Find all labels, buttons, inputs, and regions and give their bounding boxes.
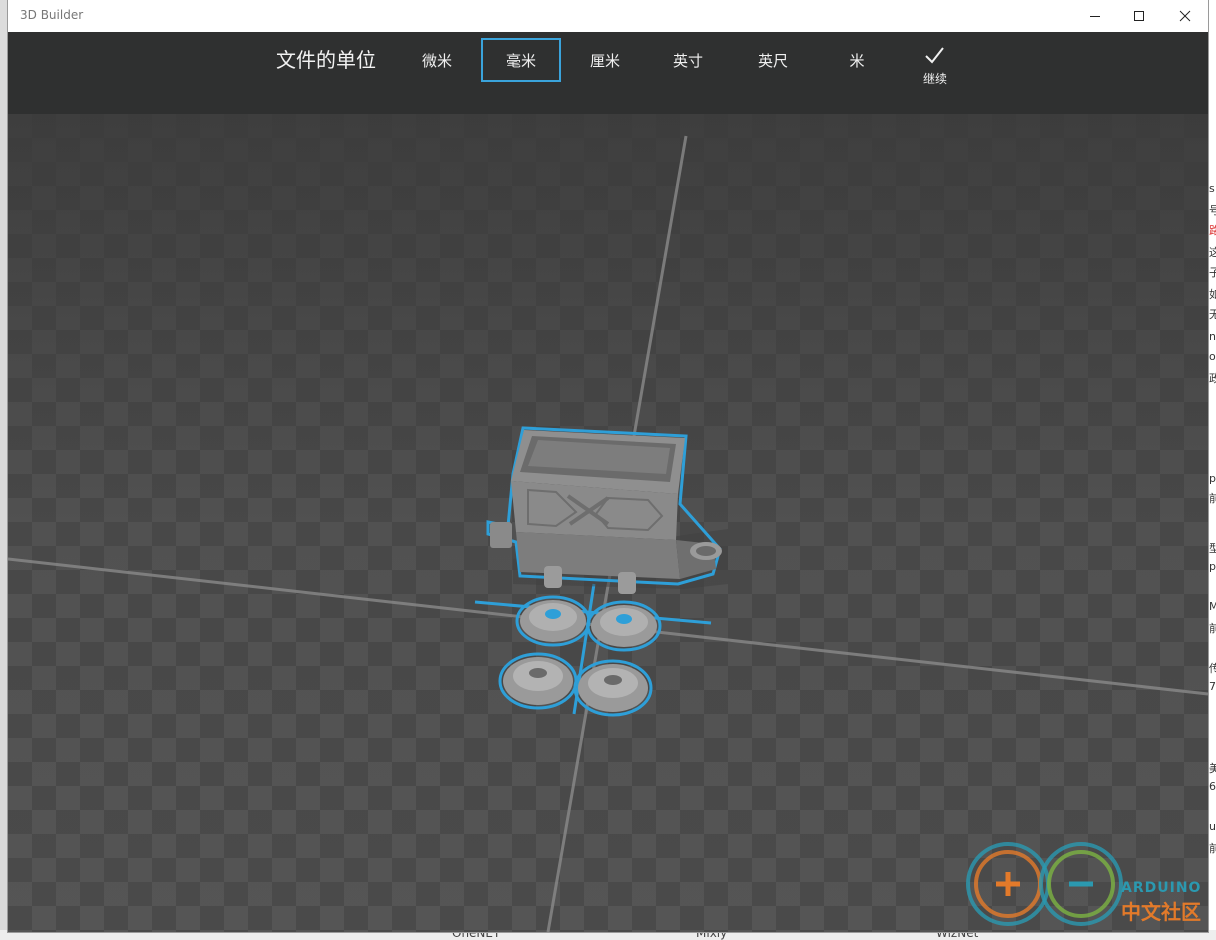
file-units-label: 文件的单位 [276,48,376,72]
close-icon [1179,10,1191,22]
unit-selection-toolbar: 文件的单位 微米 毫米 厘米 英寸 英尺 米 继续 [8,32,1208,114]
close-button[interactable] [1162,0,1208,32]
wheel-model[interactable] [573,659,653,717]
unit-button-foot[interactable]: 英尺 [733,38,813,82]
bg-fragment: 号 [1209,204,1216,217]
unit-button-label: 英寸 [672,51,703,70]
unit-button-micrometer[interactable]: 微米 [397,38,477,82]
watermark-text: 中文社区 [1121,900,1201,924]
bg-fragment: 传 [1209,662,1216,675]
bg-fragment: 如 [1209,288,1216,301]
bg-fragment: 无 [1209,308,1216,321]
bg-fragment: p [1209,560,1216,573]
wheel-model[interactable] [498,652,578,710]
continue-label: 继续 [922,72,947,86]
bg-fragment: 型 [1209,542,1216,555]
3d-viewport[interactable]: ARDUINO 中文社区 [8,114,1208,932]
continue-button[interactable]: 继续 [908,44,962,88]
bg-fragment: 7 [1209,680,1216,693]
bg-fragment: n [1209,330,1216,343]
background-window-right-edge: s 号 路 这 子 如 无 n of 政 p 前 型 p M 前 传 7 美 6… [1208,0,1216,940]
unit-button-label: 米 [849,51,865,70]
bg-fragment: 前 [1209,622,1216,635]
bg-fragment: 政 [1209,372,1216,385]
bg-fragment: u [1209,820,1216,833]
window-title: 3D Builder [20,8,84,22]
wheel-model[interactable] [515,595,591,647]
bg-fragment: of [1209,350,1216,363]
unit-button-label: 厘米 [589,51,620,70]
bg-fragment: 美 [1209,762,1216,775]
arduino-cn-watermark: ARDUINO 中文社区 [963,834,1208,932]
arduino-infinity-logo-icon [966,842,1123,926]
wheel-model[interactable] [586,600,662,652]
bg-fragment: 路 [1209,224,1216,237]
bg-fragment: p [1209,472,1216,485]
watermark-brand: ARDUINO [1121,880,1202,896]
unit-button-label: 英尺 [757,51,788,70]
build-plate-scene [8,114,1208,932]
bg-fragment: 子 [1209,266,1216,279]
maximize-icon [1134,11,1144,21]
unit-button-label: 毫米 [505,51,536,70]
minimize-icon [1090,16,1100,17]
app-window: 3D Builder 文件的单位 微米 毫米 厘米 英寸 英尺 米 继续 ARD… [8,0,1208,932]
bg-fragment: 6 [1209,780,1216,793]
maximize-button[interactable] [1116,0,1162,32]
bg-fragment: 前 [1209,842,1216,855]
unit-button-millimeter[interactable]: 毫米 [481,38,561,82]
background-window-left-edge [0,0,8,80]
unit-button-label: 微米 [421,51,452,70]
unit-button-centimeter[interactable]: 厘米 [565,38,645,82]
checkmark-icon [925,47,944,64]
unit-button-inch[interactable]: 英寸 [648,38,728,82]
bg-fragment: 这 [1209,246,1216,259]
bg-fragment: 前 [1209,492,1216,505]
unit-button-meter[interactable]: 米 [817,38,897,82]
minimize-button[interactable] [1072,0,1118,32]
bg-fragment: M [1209,600,1216,613]
bg-fragment: s [1209,182,1215,195]
title-bar[interactable]: 3D Builder [8,0,1208,32]
